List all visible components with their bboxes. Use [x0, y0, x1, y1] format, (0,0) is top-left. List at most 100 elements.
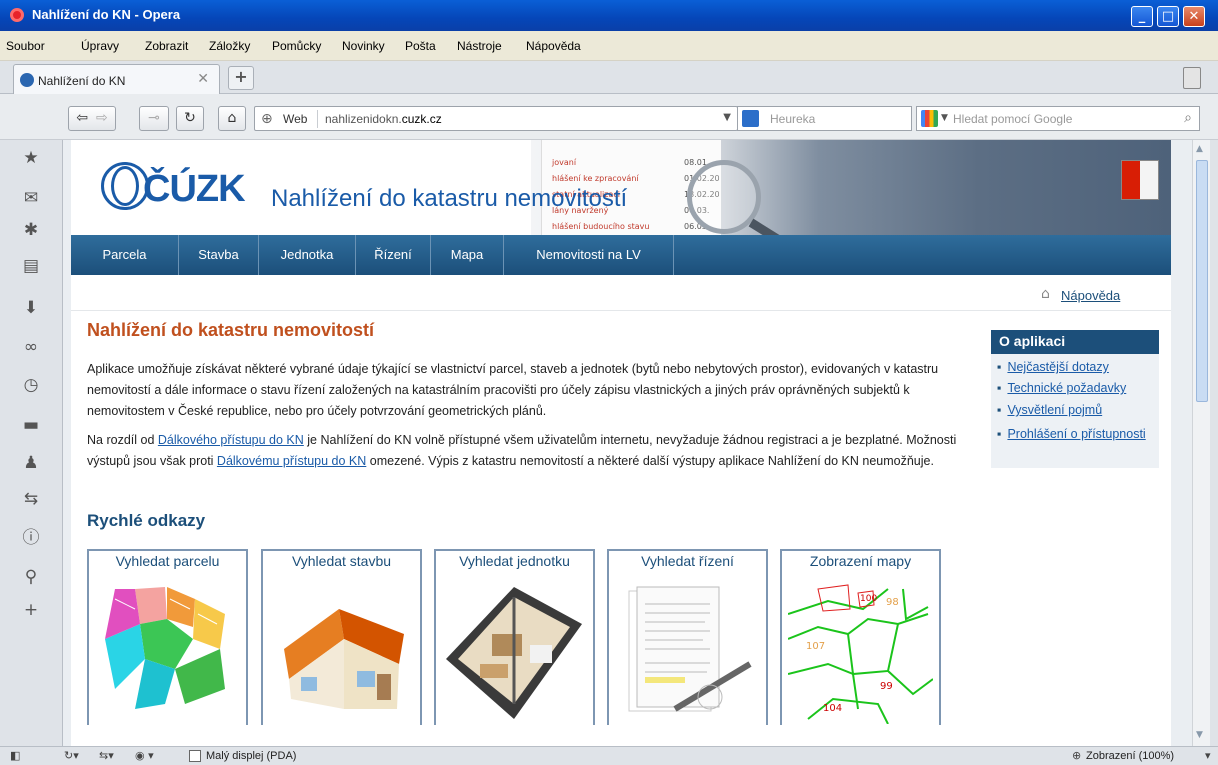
card-vyhledat-rizeni[interactable]: Vyhledat řízení: [607, 549, 768, 725]
second-paragraph: Na rozdíl od Dálkového přístupu do KN je…: [87, 433, 957, 468]
notes-icon[interactable]: ▤: [21, 256, 41, 276]
main-nav: Parcela Stavba Jednotka Řízení Mapa Nemo…: [71, 235, 1171, 275]
back-button[interactable]: ⇦ ⇨: [68, 106, 116, 131]
title-bar: Nahlížení do KN - Opera _ □ ✕: [0, 0, 1218, 31]
apartment-image: [446, 587, 582, 719]
scroll-up-icon[interactable]: ▲: [1196, 144, 1203, 154]
menu-napoveda[interactable]: Nápověda: [526, 39, 581, 53]
widgets-icon[interactable]: ✱: [21, 220, 41, 240]
engine-dropdown-icon[interactable]: ▼: [941, 113, 948, 123]
glossary-link[interactable]: ▪ Vysvětlení pojmů: [997, 403, 1102, 417]
card-vyhledat-parcelu[interactable]: Vyhledat parcelu: [87, 549, 248, 725]
accessibility-link[interactable]: ▪ Prohlášení o přístupnosti: [997, 425, 1147, 444]
transfers-icon[interactable]: ⇆: [21, 489, 41, 509]
search-panel-icon[interactable]: ⚲: [21, 567, 41, 587]
help-link[interactable]: Nápověda: [1061, 288, 1120, 303]
bookmarks-icon[interactable]: ★: [21, 148, 41, 168]
key-icon[interactable]: ⊸: [139, 106, 169, 131]
add-panel-icon[interactable]: +: [21, 600, 41, 620]
info-icon[interactable]: ⓘ: [21, 528, 41, 548]
svg-text:99: 99: [880, 681, 893, 692]
svg-text:98: 98: [886, 597, 899, 608]
windows-icon[interactable]: ▬: [21, 415, 41, 435]
scrollbar-thumb[interactable]: [1196, 160, 1208, 402]
card-zobrazeni-mapy[interactable]: Zobrazení mapy 100 98 107 99 104: [780, 549, 941, 725]
tab-bar: Nahlížení do KN ✕ +: [0, 61, 1218, 94]
cuzk-logo-text[interactable]: ČÚZK: [143, 168, 246, 211]
nav-nemovitosti-na-lv[interactable]: Nemovitosti na LV: [504, 235, 674, 275]
menu-nastroje[interactable]: Nástroje: [457, 39, 502, 53]
minimize-button[interactable]: _: [1131, 6, 1153, 27]
cuzk-favicon-icon: [20, 73, 34, 87]
search-icon[interactable]: ⌕: [1184, 110, 1192, 126]
menu-novinky[interactable]: Novinky: [342, 39, 385, 53]
zoom-dropdown-icon[interactable]: ▾: [1205, 749, 1211, 762]
heureka-search-field[interactable]: Heureka: [737, 106, 912, 131]
nav-rizeni[interactable]: Řízení: [356, 235, 431, 275]
reload-every-icon[interactable]: ↻▾: [64, 749, 79, 762]
page-title: Nahlížení do katastru nemovitostí: [87, 320, 375, 340]
nav-stavba[interactable]: Stavba: [179, 235, 259, 275]
nav-jednotka[interactable]: Jednotka: [259, 235, 356, 275]
pda-checkbox[interactable]: [189, 750, 201, 762]
contacts-icon[interactable]: ♟: [21, 453, 41, 473]
zoom-level[interactable]: Zobrazení (100%): [1086, 750, 1174, 762]
state-crest-icon: [1121, 160, 1159, 200]
site-title: Nahlížení do katastru nemovitostí: [271, 185, 628, 212]
card-vyhledat-jednotku[interactable]: Vyhledat jednotku: [434, 549, 595, 725]
tab-nahlizeni[interactable]: Nahlížení do KN ✕: [13, 64, 220, 94]
vertical-scrollbar[interactable]: ▲ ▼: [1192, 140, 1210, 746]
address-mode: Web: [283, 112, 308, 126]
globe-icon: ⊕: [261, 111, 273, 127]
menu-posta[interactable]: Pošta: [405, 39, 436, 53]
about-box: O aplikaci ▪ Nejčastější dotazy ▪ Technick…: [991, 330, 1159, 468]
address-url[interactable]: nahlizenidokn.cuzk.cz: [325, 112, 442, 126]
menu-upravy[interactable]: Úpravy: [81, 39, 119, 53]
dalkovy-pristup-link[interactable]: Dálkového přístupu do KN: [158, 433, 304, 447]
svg-text:100: 100: [860, 594, 877, 604]
menu-zalozky[interactable]: Záložky: [209, 39, 250, 53]
quick-links-heading: Rychlé odkazy: [87, 511, 206, 530]
nav-parcela[interactable]: Parcela: [71, 235, 179, 275]
tech-requirements-link[interactable]: ▪ Technické požadavky: [997, 381, 1126, 395]
scroll-down-icon[interactable]: ▼: [1196, 730, 1203, 740]
menu-soubor[interactable]: Soubor: [6, 39, 45, 53]
downloads-icon[interactable]: ⬇: [21, 298, 41, 318]
zoom-icon: ⊕: [1072, 749, 1082, 762]
tab-label: Nahlížení do KN: [38, 74, 126, 88]
menu-pomucky[interactable]: Pomůcky: [272, 39, 321, 53]
history-icon[interactable]: ◷: [21, 375, 41, 395]
site-header: jovaní hlášení ke zpracování statní aktu…: [71, 140, 1171, 253]
address-field[interactable]: ⊕ Web nahlizenidokn.cuzk.cz ▼: [254, 106, 738, 131]
security-icon[interactable]: ◉ ▾: [135, 749, 154, 762]
intro-paragraph: Aplikace umožňuje získávat některé vybra…: [87, 362, 939, 418]
reload-button[interactable]: ↻: [176, 106, 204, 131]
links-icon[interactable]: ∞: [21, 337, 41, 357]
new-tab-button[interactable]: +: [228, 66, 254, 90]
home-help-icon: ⌂: [1041, 286, 1050, 302]
turbo-icon[interactable]: ⇆▾: [99, 749, 114, 762]
page-viewport: jovaní hlášení ke zpracování statní aktu…: [63, 140, 1192, 746]
dalkovemu-pristupu-link[interactable]: Dálkovému přístupu do KN: [217, 454, 366, 468]
address-dropdown-icon[interactable]: ▼: [723, 112, 731, 123]
close-button[interactable]: ✕: [1183, 6, 1205, 27]
tab-close-icon[interactable]: ✕: [197, 71, 209, 87]
faq-link[interactable]: ▪ Nejčastější dotazy: [997, 360, 1109, 374]
maximize-button[interactable]: □: [1157, 6, 1179, 27]
nav-mapa[interactable]: Mapa: [431, 235, 504, 275]
side-panel: ★ ✉ ✱ ▤ ⬇ ∞ ◷ ▬ ♟ ⇆ ⓘ ⚲ +: [0, 140, 63, 746]
trash-icon[interactable]: [1183, 67, 1201, 89]
google-search-field[interactable]: ▼ Hledat pomocí Google ⌕: [916, 106, 1200, 131]
address-toolbar: ⇦ ⇨ ⊸ ↻ ⌂ ⊕ Web nahlizenidokn.cuzk.cz ▼ H…: [0, 94, 1218, 140]
google-icon[interactable]: [921, 110, 938, 127]
house-image: [284, 609, 404, 709]
card-vyhledat-stavbu[interactable]: Vyhledat stavbu: [261, 549, 422, 725]
heureka-icon: [742, 110, 759, 127]
home-icon[interactable]: ⌂: [218, 106, 246, 131]
pda-label: Malý displej (PDA): [206, 750, 297, 762]
panel-toggle-icon[interactable]: ◧: [10, 749, 20, 762]
forward-arrow-icon[interactable]: ⇨: [96, 110, 108, 126]
menu-zobrazit[interactable]: Zobrazit: [145, 39, 188, 53]
mail-icon[interactable]: ✉: [21, 188, 41, 208]
about-box-title: O aplikaci: [991, 330, 1159, 354]
